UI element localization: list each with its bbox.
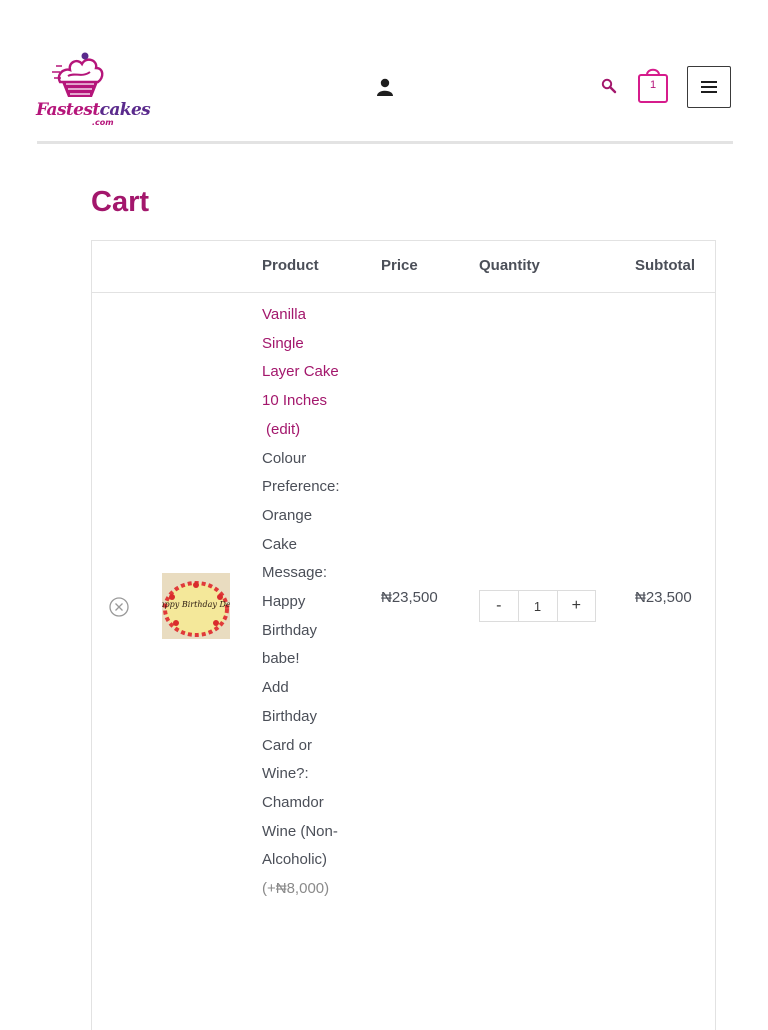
cake-inscription: Happy Birthday Dear	[162, 600, 230, 609]
product-name-link[interactable]: Vanilla Single Layer Cake 10 Inches	[262, 301, 357, 416]
birthday-cake-image: Happy Birthday Dear	[162, 573, 230, 639]
menu-button[interactable]	[687, 66, 731, 108]
logo-wordmark: Fastestcakes	[36, 100, 151, 120]
edit-item-link[interactable]: (edit)	[262, 416, 357, 445]
product-details: Vanilla Single Layer Cake 10 Inches (edi…	[262, 301, 357, 904]
item-meta-line: Colour	[262, 449, 307, 467]
header-divider	[37, 141, 733, 144]
page-title: Cart	[91, 186, 150, 218]
item-meta-line: Message:	[262, 564, 328, 582]
cart-count-badge: 1	[649, 79, 657, 91]
item-meta-line: Birthday	[262, 621, 318, 639]
hamburger-menu-icon	[701, 81, 717, 93]
item-meta-line: Happy	[262, 593, 306, 611]
logo-domain-suffix: .com	[92, 118, 114, 127]
cupcake-logo-icon	[52, 52, 104, 97]
product-name-line: Vanilla	[262, 306, 306, 323]
column-header-quantity: Quantity	[479, 257, 540, 274]
item-meta-line: Cake	[262, 535, 298, 553]
quantity-stepper: - +	[479, 590, 596, 622]
remove-item-icon[interactable]	[108, 596, 130, 618]
quantity-decrease-button[interactable]: -	[480, 591, 518, 621]
cart-table: Product Price Quantity Subtotal ppy Birt…	[91, 240, 716, 1030]
product-name-line: Single	[262, 334, 304, 352]
quantity-increase-button[interactable]: +	[557, 591, 595, 621]
search-icon[interactable]	[601, 78, 617, 94]
product-name-line: Layer Cake	[262, 363, 339, 381]
product-name-line: 10 Inches	[262, 392, 328, 410]
cart-table-header: Product Price Quantity Subtotal	[92, 241, 715, 293]
product-thumbnail[interactable]: Happy Birthday Dear	[162, 573, 230, 639]
site-logo[interactable]: Fastestcakes .com	[36, 48, 151, 130]
item-meta-line: Add	[262, 679, 289, 697]
column-header-product: Product	[262, 257, 319, 274]
addon-price: (+₦8,000)	[262, 880, 330, 898]
cart-button[interactable]: 1	[638, 66, 668, 104]
item-meta-line: Wine?:	[262, 765, 309, 783]
item-meta-line: Alcoholic)	[262, 851, 328, 869]
item-meta-line: babe!	[262, 650, 300, 668]
column-header-price: Price	[381, 257, 418, 274]
item-meta-line: Card or	[262, 736, 313, 754]
item-meta-line: Chamdor	[262, 793, 324, 811]
account-icon[interactable]	[376, 78, 394, 96]
item-meta-line: Preference:	[262, 478, 340, 496]
item-meta-line: Orange	[262, 506, 313, 524]
item-subtotal: ₦23,500	[635, 589, 692, 606]
site-header: Fastestcakes .com 1	[0, 0, 768, 146]
column-header-subtotal: Subtotal	[635, 257, 695, 274]
item-price: ₦23,500	[381, 589, 438, 606]
quantity-input[interactable]	[517, 591, 558, 621]
item-meta-line: Wine (Non-	[262, 822, 338, 840]
item-meta-line: Birthday	[262, 707, 318, 725]
